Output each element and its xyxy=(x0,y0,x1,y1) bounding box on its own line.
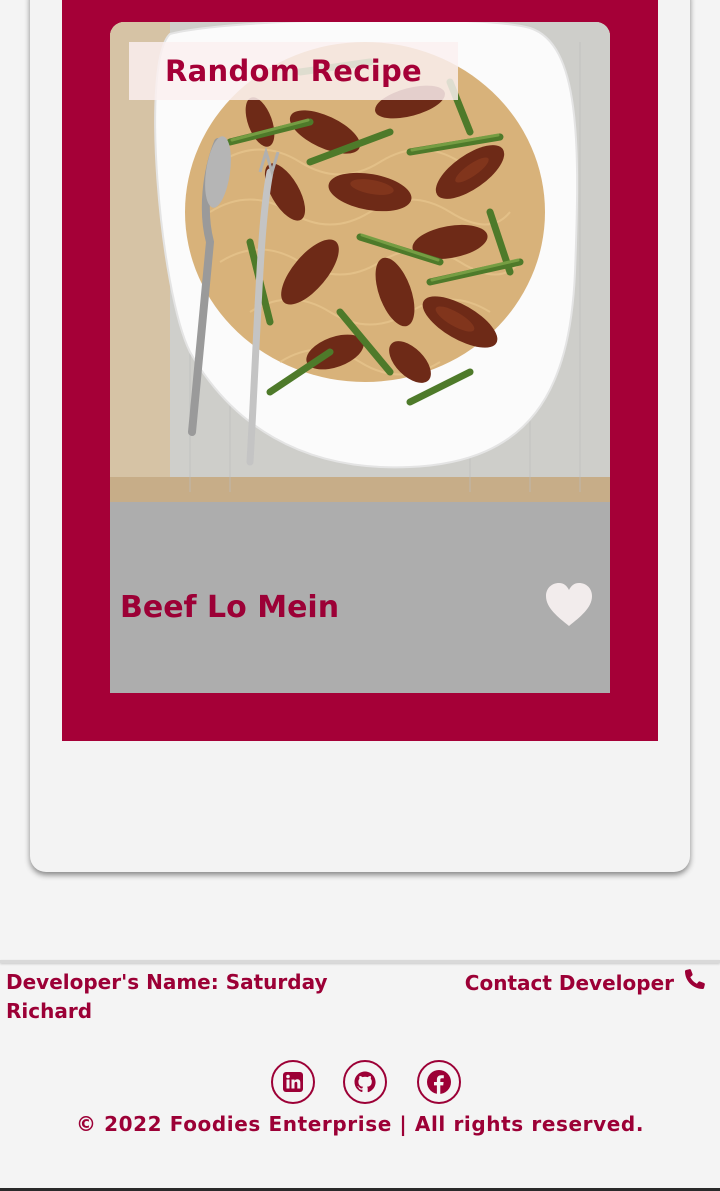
recipe-image: Random Recipe xyxy=(110,22,610,502)
recipe-name[interactable]: Beef Lo Mein xyxy=(120,590,339,625)
phone-icon xyxy=(684,968,706,998)
facebook-icon[interactable] xyxy=(417,1060,461,1104)
contact-label: Contact Developer xyxy=(464,970,674,995)
github-icon[interactable] xyxy=(343,1060,387,1104)
developer-name: Developer's Name: Saturday Richard xyxy=(6,970,328,1023)
heart-icon[interactable] xyxy=(544,582,594,628)
linkedin-icon[interactable] xyxy=(271,1060,315,1104)
contact-developer-link[interactable]: Contact Developer xyxy=(465,968,706,998)
recipe-card[interactable]: Random Recipe Beef Lo Mein xyxy=(110,22,610,693)
recipe-caption: Beef Lo Mein xyxy=(110,502,610,693)
copyright-text: © 2022 Foodies Enterprise | All rights r… xyxy=(75,1112,645,1136)
footer-divider xyxy=(0,960,720,963)
badge-label: Random Recipe xyxy=(165,54,422,88)
social-links xyxy=(270,1060,470,1108)
random-recipe-badge: Random Recipe xyxy=(129,42,458,100)
